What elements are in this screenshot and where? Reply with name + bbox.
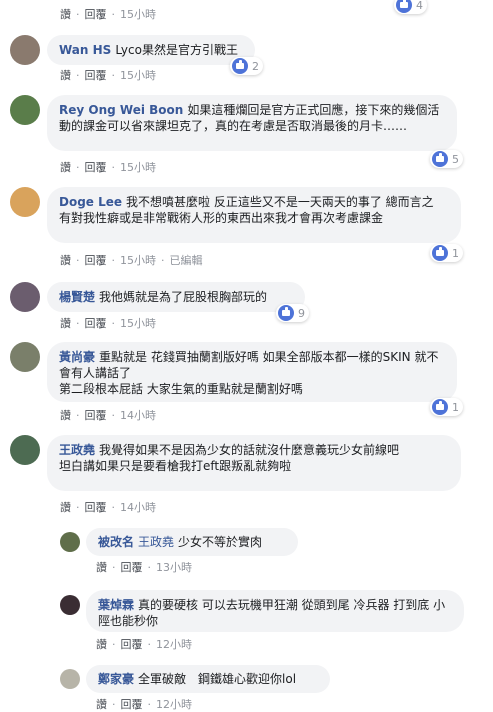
timestamp[interactable]: 13小時 xyxy=(156,561,192,574)
comment-actions: 讚 · 回覆 · 15小時 xyxy=(60,69,156,82)
reaction-count[interactable]: 2 xyxy=(230,57,263,75)
like-link[interactable]: 讚 xyxy=(60,254,71,267)
like-link[interactable]: 讚 xyxy=(60,409,71,422)
timestamp[interactable]: 15小時 xyxy=(120,254,156,267)
like-link[interactable]: 讚 xyxy=(96,561,107,574)
like-link[interactable]: 讚 xyxy=(96,638,107,651)
like-link[interactable]: 讚 xyxy=(96,698,107,711)
reply-link[interactable]: 回覆 xyxy=(85,69,107,82)
comment-actions: 讚 · 回覆 · 15小時 xyxy=(60,161,156,174)
comment-bubble: Doge Lee 我不想噴甚麼啦 反正這些又不是一天兩天的事了 總而言之 有對我性… xyxy=(47,187,461,243)
reply-link[interactable]: 回覆 xyxy=(121,698,143,711)
avatar[interactable] xyxy=(60,532,80,552)
mention-tag[interactable]: 王政堯 xyxy=(138,535,174,549)
comment-bubble: 王政堯 我覺得如果不是因為少女的話就沒什麼意義玩少女前線吧 坦白講如果只是要看槍我… xyxy=(47,435,461,491)
like-link[interactable]: 讚 xyxy=(60,317,71,330)
reply-link[interactable]: 回覆 xyxy=(85,317,107,330)
avatar[interactable] xyxy=(60,595,80,615)
like-icon xyxy=(432,245,448,261)
like-link[interactable]: 讚 xyxy=(60,501,71,514)
timestamp[interactable]: 15小時 xyxy=(120,161,156,174)
like-icon xyxy=(432,399,448,415)
commenter-name[interactable]: 被改名 xyxy=(98,535,134,549)
reply-actions: 讚 · 回覆 · 12小時 xyxy=(96,698,192,711)
commenter-name[interactable]: Doge Lee xyxy=(59,195,122,209)
comment-bubble: 黃尚豪 重點就是 花錢買抽蘭割版好嗎 如果全部版本都一樣的SKIN 就不會有人講話… xyxy=(47,342,457,402)
timestamp[interactable]: 12小時 xyxy=(156,638,192,651)
timestamp[interactable]: 12小時 xyxy=(156,698,192,711)
reply-text: 真的要硬核 可以去玩機甲狂潮 從頭到尾 冷兵器 打到底 小陘也能秒你 xyxy=(98,598,446,628)
reaction-count[interactable]: 1 xyxy=(430,398,463,416)
commenter-name[interactable]: 葉焯霖 xyxy=(98,598,134,612)
comment-actions: 讚 · 回覆 · 15小時 xyxy=(60,317,156,330)
reaction-count[interactable]: 4 xyxy=(394,0,427,14)
commenter-name[interactable]: Wan HS xyxy=(59,43,111,57)
comment-text: 我他媽就是為了屁股根胸部玩的 xyxy=(99,290,268,304)
like-icon xyxy=(232,58,248,74)
avatar[interactable] xyxy=(10,342,40,372)
timestamp[interactable]: 14小時 xyxy=(120,501,156,514)
reply-bubble: 鄭家豪 全軍破敵 鋼鐵雄心歡迎你lol xyxy=(86,665,330,693)
like-link[interactable]: 讚 xyxy=(60,8,71,21)
comment-bubble: Wan HS Lyco果然是官方引戰王 xyxy=(47,35,255,65)
avatar[interactable] xyxy=(10,95,40,125)
reply-bubble: 被改名 王政堯 少女不等於實肉 xyxy=(86,528,298,556)
avatar[interactable] xyxy=(10,282,40,312)
commenter-name[interactable]: 鄭家豪 xyxy=(98,672,134,686)
commenter-name[interactable]: Rey Ong Wei Boon xyxy=(59,103,183,117)
comment-text: 我覺得如果不是因為少女的話就沒什麼意義玩少女前線吧 xyxy=(99,443,400,457)
comment-actions: 讚 · 回覆 · 14小時 xyxy=(60,501,156,514)
comment-text-line2: 第二段根本屁話 大家生氣的重點就是蘭割好嗎 xyxy=(59,382,303,396)
reply-link[interactable]: 回覆 xyxy=(85,8,107,21)
commenter-name[interactable]: 王政堯 xyxy=(59,443,95,457)
reply-link[interactable]: 回覆 xyxy=(85,254,107,267)
avatar[interactable] xyxy=(10,187,40,217)
reply-actions: 讚 · 回覆 · 13小時 xyxy=(96,561,192,574)
like-link[interactable]: 讚 xyxy=(60,161,71,174)
comment-actions: 讚 · 回覆 · 14小時 xyxy=(60,409,156,422)
comment-bubble: Rey Ong Wei Boon 如果這種爛回是官方正式回應，接下來的幾個活動的課… xyxy=(47,95,457,151)
reaction-count[interactable]: 1 xyxy=(430,244,463,262)
reply-bubble: 葉焯霖 真的要硬核 可以去玩機甲狂潮 從頭到尾 冷兵器 打到底 小陘也能秒你 xyxy=(86,590,464,632)
reply-text: 全軍破敵 鋼鐵雄心歡迎你lol xyxy=(138,672,297,686)
edited-label[interactable]: 已編輯 xyxy=(170,254,203,267)
comment-bubble: 楊賢楚 我他媽就是為了屁股根胸部玩的 xyxy=(47,282,305,312)
comment-text: 重點就是 花錢買抽蘭割版好嗎 如果全部版本都一樣的SKIN 就不會有人講話了 xyxy=(59,350,439,380)
reply-link[interactable]: 回覆 xyxy=(85,501,107,514)
reaction-count[interactable]: 5 xyxy=(430,150,463,168)
commenter-name[interactable]: 楊賢楚 xyxy=(59,290,95,304)
reply-link[interactable]: 回覆 xyxy=(121,561,143,574)
comment-actions: 讚 · 回覆 · 15小時 · 已編輯 xyxy=(60,254,203,267)
reply-actions: 讚 · 回覆 · 12小時 xyxy=(96,638,192,651)
like-icon xyxy=(396,0,412,13)
timestamp[interactable]: 15小時 xyxy=(120,8,156,21)
comment-text-line2: 坦白講如果只是要看槍我打eft跟叛亂就夠啦 xyxy=(59,459,292,473)
like-link[interactable]: 讚 xyxy=(60,69,71,82)
avatar[interactable] xyxy=(10,435,40,465)
commenter-name[interactable]: 黃尚豪 xyxy=(59,350,95,364)
reply-link[interactable]: 回覆 xyxy=(85,161,107,174)
comment-text: Lyco果然是官方引戰王 xyxy=(115,43,238,57)
timestamp[interactable]: 15小時 xyxy=(120,317,156,330)
reaction-count[interactable]: 9 xyxy=(276,304,309,322)
like-icon xyxy=(432,151,448,167)
reply-link[interactable]: 回覆 xyxy=(121,638,143,651)
avatar[interactable] xyxy=(10,35,40,65)
like-icon xyxy=(278,305,294,321)
reply-link[interactable]: 回覆 xyxy=(85,409,107,422)
timestamp[interactable]: 15小時 xyxy=(120,69,156,82)
reply-text: 少女不等於實肉 xyxy=(178,535,263,549)
comment-actions: 讚 · 回覆 · 15小時 xyxy=(60,8,156,21)
avatar[interactable] xyxy=(60,669,80,689)
timestamp[interactable]: 14小時 xyxy=(120,409,156,422)
